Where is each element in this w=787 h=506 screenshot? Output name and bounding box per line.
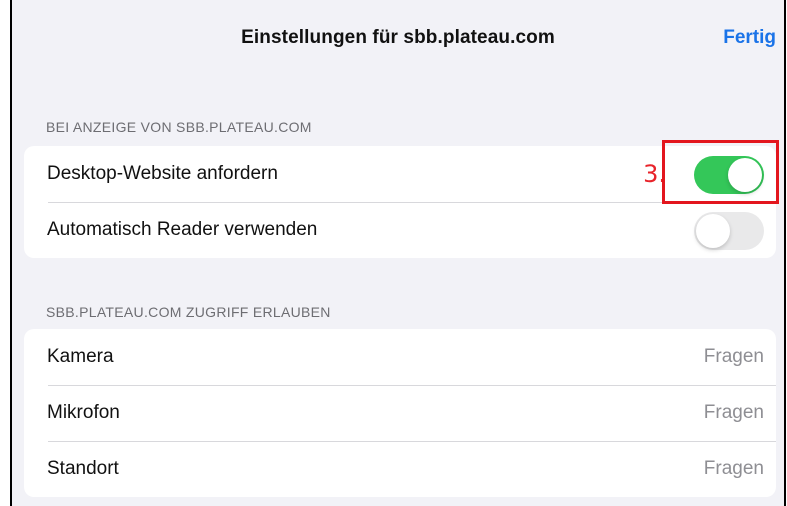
- microphone-row[interactable]: Mikrofon Fragen: [24, 385, 776, 441]
- camera-label: Kamera: [47, 346, 114, 367]
- section-title-access: SBB.PLATEAU.COM ZUGRIFF ERLAUBEN: [46, 304, 331, 320]
- camera-row[interactable]: Kamera Fragen: [24, 329, 776, 385]
- request-desktop-website-toggle[interactable]: [694, 156, 764, 194]
- location-value: Fragen: [703, 458, 764, 479]
- page-title: Einstellungen für sbb.plateau.com: [241, 27, 555, 48]
- settings-sheet: Einstellungen für sbb.plateau.com Fertig…: [10, 0, 786, 506]
- location-row[interactable]: Standort Fragen: [24, 441, 776, 497]
- microphone-value: Fragen: [703, 402, 764, 423]
- camera-value: Fragen: [703, 346, 764, 367]
- auto-reader-label: Automatisch Reader verwenden: [47, 219, 318, 240]
- microphone-label: Mikrofon: [47, 402, 120, 423]
- auto-reader-row[interactable]: Automatisch Reader verwenden: [24, 202, 776, 258]
- step-annotation-label: 3.: [643, 160, 666, 188]
- header-bar: Einstellungen für sbb.plateau.com Fertig: [12, 0, 784, 84]
- location-label: Standort: [47, 458, 119, 479]
- toggle-knob: [696, 214, 730, 248]
- section-title-display: BEI ANZEIGE VON SBB.PLATEAU.COM: [46, 119, 312, 135]
- access-settings-group: Kamera Fragen Mikrofon Fragen Standort F…: [24, 329, 776, 497]
- display-settings-group: Desktop-Website anfordern 3. Automatisch…: [24, 146, 776, 258]
- request-desktop-website-row[interactable]: Desktop-Website anfordern 3.: [24, 146, 776, 202]
- done-button[interactable]: Fertig: [723, 27, 776, 49]
- request-desktop-website-label: Desktop-Website anfordern: [47, 163, 278, 184]
- auto-reader-toggle[interactable]: [694, 212, 764, 250]
- toggle-knob: [728, 158, 762, 192]
